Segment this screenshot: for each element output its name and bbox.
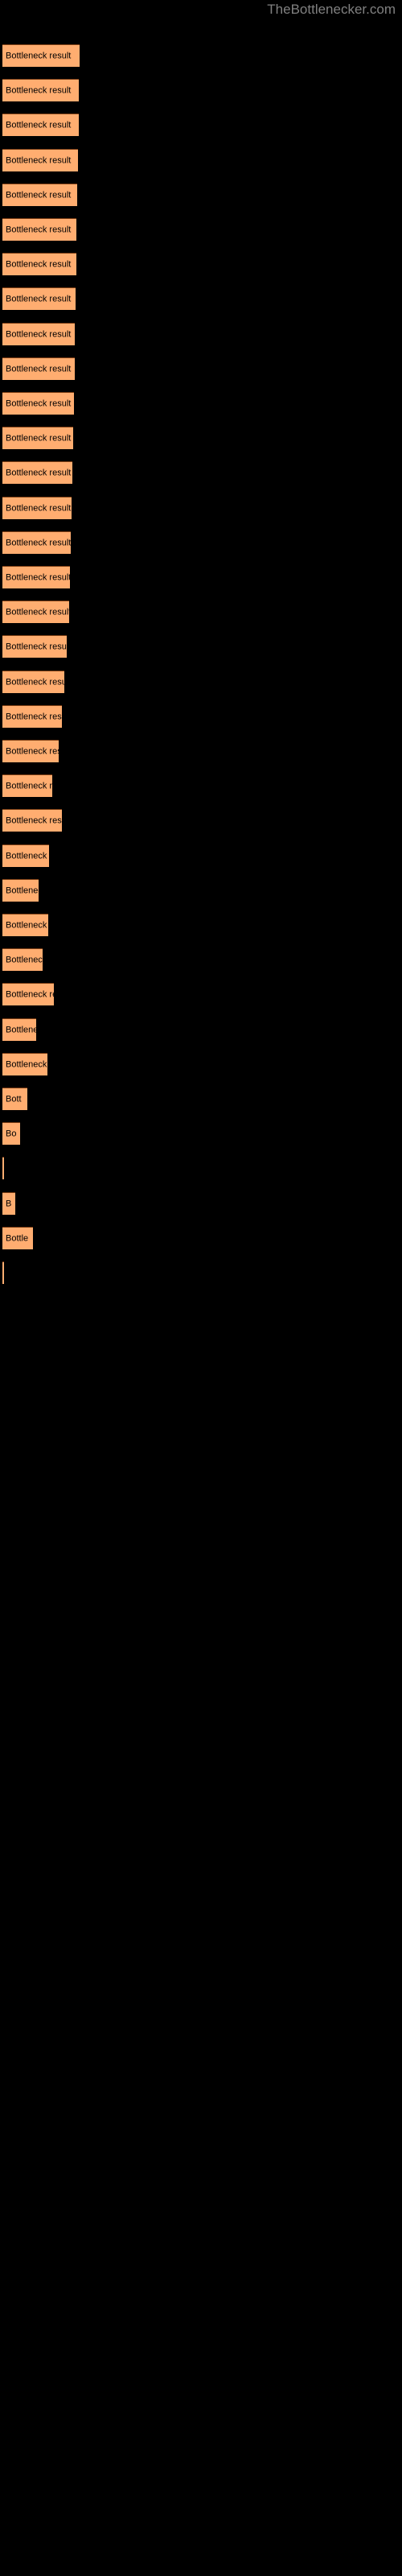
bar-chart-bar: Bottle: [2, 1227, 33, 1249]
bar-chart-bar: Bottleneck r: [2, 844, 49, 867]
bar-chart-bar: Bottleneck result: [2, 149, 78, 171]
bar-label: Bo: [6, 1129, 17, 1138]
bar-chart-bar: Bottleneck result: [2, 323, 75, 345]
bar-chart-bar: Bottleneck result: [2, 671, 64, 693]
bar-chart-bar: [2, 1157, 4, 1179]
bar-label: Bottleneck result: [6, 538, 71, 547]
bar-label: Bottle: [6, 1233, 29, 1243]
bar-chart-bar: Bottleneck result: [2, 635, 67, 658]
bar-chart-bar: Bottleneck re: [2, 774, 52, 797]
bar-label: Bottleneck result: [6, 329, 72, 339]
bar-label: Bottleneck result: [6, 398, 72, 408]
bar-chart-bar: Bottleneck result: [2, 427, 73, 449]
bar-chart-bar: Bottleneck r: [2, 1053, 47, 1075]
bar-label: Bottlened: [6, 886, 39, 895]
bar-label: Bottleneck result: [6, 503, 72, 513]
bar-label: B: [6, 1199, 12, 1208]
bar-label: Bottleneck result: [6, 364, 72, 374]
bar-chart-bar: Bottleneck result: [2, 218, 76, 241]
bar-chart-bar: Bottleneck result: [2, 357, 75, 380]
bar-chart-bar: Bottlened: [2, 879, 39, 902]
bar-chart-bar: Bottleneck result: [2, 601, 69, 623]
bar-label: Bottleneck result: [6, 433, 72, 443]
bar-label: Bottleneck result: [6, 85, 72, 95]
bar-chart-bar: Bottleneck result: [2, 287, 76, 310]
bar-chart-bar: Bott: [2, 1088, 27, 1110]
bar-chart-bar: Bottleneck result: [2, 184, 77, 206]
bar-label: Bottleneck result: [6, 155, 72, 165]
bar-chart-bar: Bottlene: [2, 1018, 36, 1041]
bar-label: Bottleneck result: [6, 51, 72, 60]
bar-chart-bar: Bottleneck: [2, 948, 43, 971]
bar-label: Bottleneck result: [6, 120, 72, 130]
bar-chart-bar: [2, 1261, 4, 1284]
bar-label: Bottleneck result: [6, 607, 69, 617]
bar-label: Bottleneck r: [6, 851, 49, 861]
bar-label: Bottleneck re: [6, 781, 52, 791]
bar-chart-bar: Bottleneck result: [2, 114, 79, 136]
bar-label: Bottleneck result: [6, 259, 72, 269]
bar-chart-bar: Bottleneck result: [2, 79, 79, 101]
bar-label: Bottleneck result: [6, 712, 62, 721]
bar-chart-bar: Bottleneck result: [2, 44, 80, 67]
bar-label: Bottleneck result: [6, 746, 59, 756]
bar-label: Bottleneck result: [6, 225, 72, 234]
bar-chart-bar: Bottleneck result: [2, 461, 72, 484]
bar-chart-bar: Bottleneck result: [2, 392, 74, 415]
bar-chart-bar: Bottleneck result: [2, 809, 62, 832]
bar-label: Bottleneck result: [6, 815, 62, 825]
bar-chart-bar: Bottleneck result: [2, 566, 70, 588]
bar-label: Bottleneck result: [6, 677, 64, 687]
bar-chart-bar: Bottleneck result: [2, 531, 71, 554]
bar-label: Bottleneck result: [6, 468, 72, 477]
bar-chart-bar: Bottleneck result: [2, 740, 59, 762]
bottleneck-chart-page: TheBottlenecker.com Bottleneck result Bot…: [0, 0, 402, 2576]
bar-chart-bar: B: [2, 1192, 15, 1215]
bar-chart-plot-area: Bottleneck result Bottleneck result Bottle…: [0, 0, 402, 2576]
bar-label: Bottleneck result: [6, 190, 72, 200]
bar-label: Bott: [6, 1094, 22, 1104]
bar-label: Bottleneck result: [6, 572, 70, 582]
bar-chart-bar: Bottleneck result: [2, 497, 72, 519]
bar-chart-bar: Bo: [2, 1122, 20, 1145]
bar-label: Bottleneck result: [6, 642, 67, 651]
bar-label: Bottleneck: [6, 955, 43, 964]
bar-label: Bottleneck r: [6, 920, 48, 930]
bar-chart-bar: Bottleneck result: [2, 705, 62, 728]
bar-label: Bottleneck result: [6, 294, 72, 303]
bar-label: Bottlene: [6, 1025, 36, 1034]
bar-label: Bottleneck r: [6, 1059, 47, 1069]
bar-label: Bottleneck res: [6, 989, 54, 999]
bar-chart-bar: Bottleneck res: [2, 983, 54, 1005]
bar-chart-bar: Bottleneck r: [2, 914, 48, 936]
bar-chart-bar: Bottleneck result: [2, 253, 76, 275]
